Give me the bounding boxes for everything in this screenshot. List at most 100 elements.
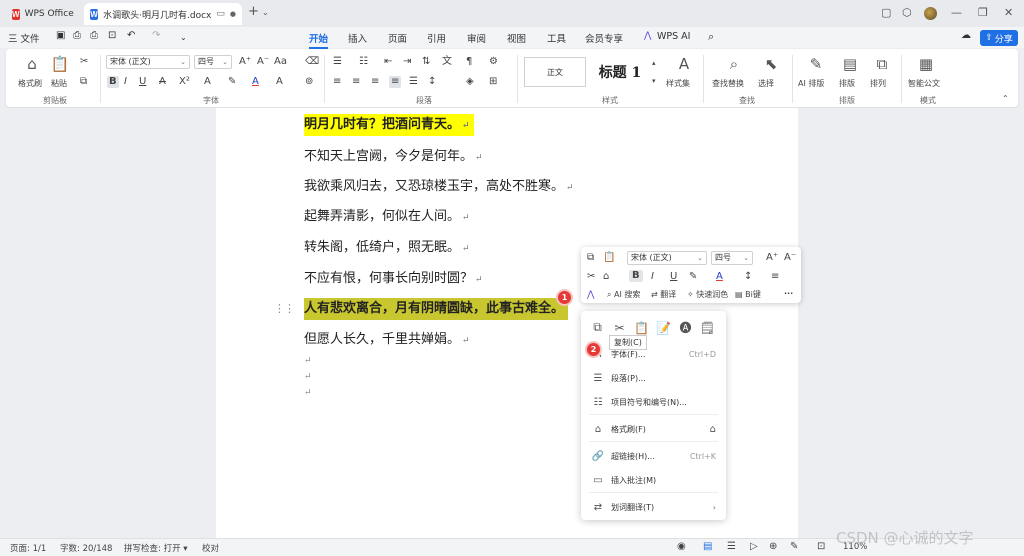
paste-icon[interactable]: 📋 xyxy=(603,252,615,264)
style-heading-1[interactable]: 标题 1 xyxy=(590,57,650,87)
ai-layout-button[interactable]: AI 排版 xyxy=(798,78,824,89)
paste-icon[interactable]: 📋 xyxy=(50,55,70,73)
bold-button[interactable]: B xyxy=(107,76,119,88)
preview-icon[interactable]: ⊡ xyxy=(108,30,116,41)
copy-icon[interactable]: ⧉ xyxy=(80,76,87,88)
find-replace-icon[interactable]: ⌕ xyxy=(724,55,744,73)
mini-underline-button[interactable]: U xyxy=(670,271,677,283)
menu-item-paragraph[interactable]: ☰ 段落(P)... xyxy=(581,369,726,387)
char-shading-icon[interactable]: A xyxy=(276,76,283,88)
tab-insert[interactable]: 插入 xyxy=(348,31,367,45)
tab-home[interactable]: 开始 xyxy=(309,31,329,49)
find-replace-button[interactable]: 查找替换 xyxy=(712,78,744,89)
collapse-ribbon-icon[interactable]: ⌃ xyxy=(1002,93,1009,105)
shading-icon[interactable]: ◈ xyxy=(466,76,474,88)
chevron-up-icon[interactable]: ▴ xyxy=(652,57,656,69)
count-button[interactable]: ▤ Bi键 xyxy=(735,289,761,301)
bullet-list-icon[interactable]: ☰ xyxy=(333,56,342,68)
chinese-layout-icon[interactable]: 文 xyxy=(442,56,452,68)
smart-doc-icon[interactable]: ▦ xyxy=(916,55,936,73)
chevron-down-icon[interactable]: ⌄ xyxy=(180,33,187,42)
char-border-icon[interactable]: ⊚ xyxy=(305,76,313,88)
cloud-icon[interactable]: ☁ xyxy=(961,30,971,41)
grow-font-icon[interactable]: A⁺ xyxy=(239,56,251,68)
cube-icon[interactable]: ⬡ xyxy=(902,6,912,19)
strikethrough-button[interactable]: A xyxy=(159,76,166,88)
tab-view[interactable]: 视图 xyxy=(507,31,526,45)
align-center-icon[interactable]: ≡ xyxy=(352,76,360,88)
show-marks-icon[interactable]: ¶ xyxy=(466,56,472,68)
outdent-icon[interactable]: ⇤ xyxy=(384,56,392,68)
underline-button[interactable]: U xyxy=(139,76,146,88)
eye-protection-icon[interactable]: ◉ xyxy=(677,541,686,552)
shrink-font-icon[interactable]: A⁻ xyxy=(784,252,796,264)
italic-button[interactable]: I xyxy=(124,76,127,88)
menu-item-bullets[interactable]: ☷ 项目符号和编号(N)... xyxy=(581,393,726,411)
new-tab-button[interactable]: + xyxy=(248,4,259,19)
style-set-icon[interactable]: A xyxy=(674,55,694,73)
ai-search-button[interactable]: ⌕ AI 搜索 xyxy=(607,289,640,301)
mini-bold-button[interactable]: B xyxy=(629,270,643,282)
align-right-icon[interactable]: ≡ xyxy=(371,76,379,88)
doc-line[interactable]: 起舞弄清影，何似在人间。 ↵ xyxy=(304,206,470,228)
paste-format-icon[interactable]: 📝 xyxy=(655,319,672,336)
border-icon[interactable]: ⊞ xyxy=(489,76,497,88)
translate-button[interactable]: ⇄ 翻译 xyxy=(651,289,676,301)
tab-wps-ai[interactable]: WPS AI xyxy=(657,31,690,42)
change-case-icon[interactable]: Aa xyxy=(274,56,287,68)
shrink-font-icon[interactable]: A⁻ xyxy=(257,56,269,68)
tab-reference[interactable]: 引用 xyxy=(427,31,446,45)
file-menu[interactable]: 三 文件 xyxy=(8,31,40,45)
text-effect-icon[interactable]: A xyxy=(204,76,211,88)
grow-font-icon[interactable]: A⁺ xyxy=(766,252,778,264)
search-icon[interactable]: ⌕ xyxy=(708,30,714,44)
arrange-button[interactable]: 排列 xyxy=(870,78,886,89)
word-count[interactable]: 字数: 20/148 xyxy=(60,542,112,554)
doc-line[interactable]: 不应有恨，何事长向别时圆？ ↵ xyxy=(304,268,483,290)
play-icon[interactable]: ▷ xyxy=(750,541,758,552)
doc-line[interactable]: 我欲乘风归去，又恐琼楼玉宇，高处不胜寒。 ↵ xyxy=(304,176,574,198)
menu-item-font[interactable]: A 字体(F)... Ctrl+D xyxy=(581,345,726,363)
menu-item-format-painter[interactable]: ⌂ 格式刷(F) ⌂ xyxy=(581,420,726,438)
chevron-down-icon[interactable]: ▾ xyxy=(652,75,656,87)
print-icon[interactable]: ⎙ xyxy=(90,30,98,41)
wps-ai-icon[interactable]: ⋀ xyxy=(587,289,594,301)
tab-tools[interactable]: 工具 xyxy=(547,31,566,45)
mini-font-color-icon[interactable]: A xyxy=(716,271,723,283)
style-normal[interactable]: 正文 xyxy=(524,57,586,87)
paste-icon[interactable]: 📋 xyxy=(633,319,650,336)
more-icon[interactable]: ··· xyxy=(784,288,793,300)
clear-format-icon[interactable]: ⌫ xyxy=(305,56,319,68)
layout-icon[interactable]: ▤ xyxy=(840,55,860,73)
line-spacing-icon[interactable]: ↕ xyxy=(428,76,436,88)
mini-highlight-icon[interactable]: ✎ xyxy=(689,271,697,283)
highlight-icon[interactable]: ✎ xyxy=(228,76,236,88)
distribute-icon[interactable]: ☰ xyxy=(409,76,418,88)
paste-button[interactable]: 粘贴 xyxy=(51,78,67,89)
doc-line-selected[interactable]: 人有悲欢离合，月有阴晴圆缺，此事古难全。 xyxy=(304,298,569,320)
window-mode-icon[interactable]: ▢ xyxy=(881,6,891,19)
paste-text-icon[interactable]: 🅐 xyxy=(677,319,694,336)
menu-item-translate[interactable]: ⇄ 划词翻译(T) › xyxy=(581,498,726,516)
format-painter-icon[interactable]: ⌂ xyxy=(22,55,42,73)
font-color-icon[interactable]: A xyxy=(252,76,259,88)
page-view-icon[interactable]: ▤ xyxy=(703,541,712,552)
format-painter-side-icon[interactable]: ⌂ xyxy=(710,424,716,435)
arrange-icon[interactable]: ⧉ xyxy=(872,55,892,73)
tab-wps-office[interactable]: W WPS Office xyxy=(6,3,78,25)
doc-line[interactable]: 转朱阁，低绮户，照无眠。 ↵ xyxy=(304,237,470,259)
ai-layout-icon[interactable]: ✎ xyxy=(806,55,826,73)
page-count[interactable]: 页面: 1/1 xyxy=(10,542,46,554)
menu-item-hyperlink[interactable]: 🔗 超链接(H)... Ctrl+K xyxy=(581,447,726,465)
doc-line[interactable]: 明月几时有？把酒问青天。 ↵ xyxy=(304,114,474,136)
minimize-icon[interactable]: — xyxy=(951,6,962,19)
cut-icon[interactable]: ✂ xyxy=(611,319,628,336)
style-set-button[interactable]: 样式集 xyxy=(666,78,690,89)
close-icon[interactable]: ✕ xyxy=(1004,6,1013,19)
spell-check-toggle[interactable]: 拼写检查: 打开 ▾ xyxy=(124,542,188,554)
doc-line[interactable]: 但愿人长久，千里共婵娟。 ↵ xyxy=(304,329,470,351)
layout-button[interactable]: 排版 xyxy=(839,78,855,89)
tab-page[interactable]: 页面 xyxy=(388,31,407,45)
doc-line[interactable]: 不知天上宫阙，今夕是何年。 ↵ xyxy=(304,146,483,168)
share-button[interactable]: ⇪ 分享 xyxy=(980,30,1018,46)
